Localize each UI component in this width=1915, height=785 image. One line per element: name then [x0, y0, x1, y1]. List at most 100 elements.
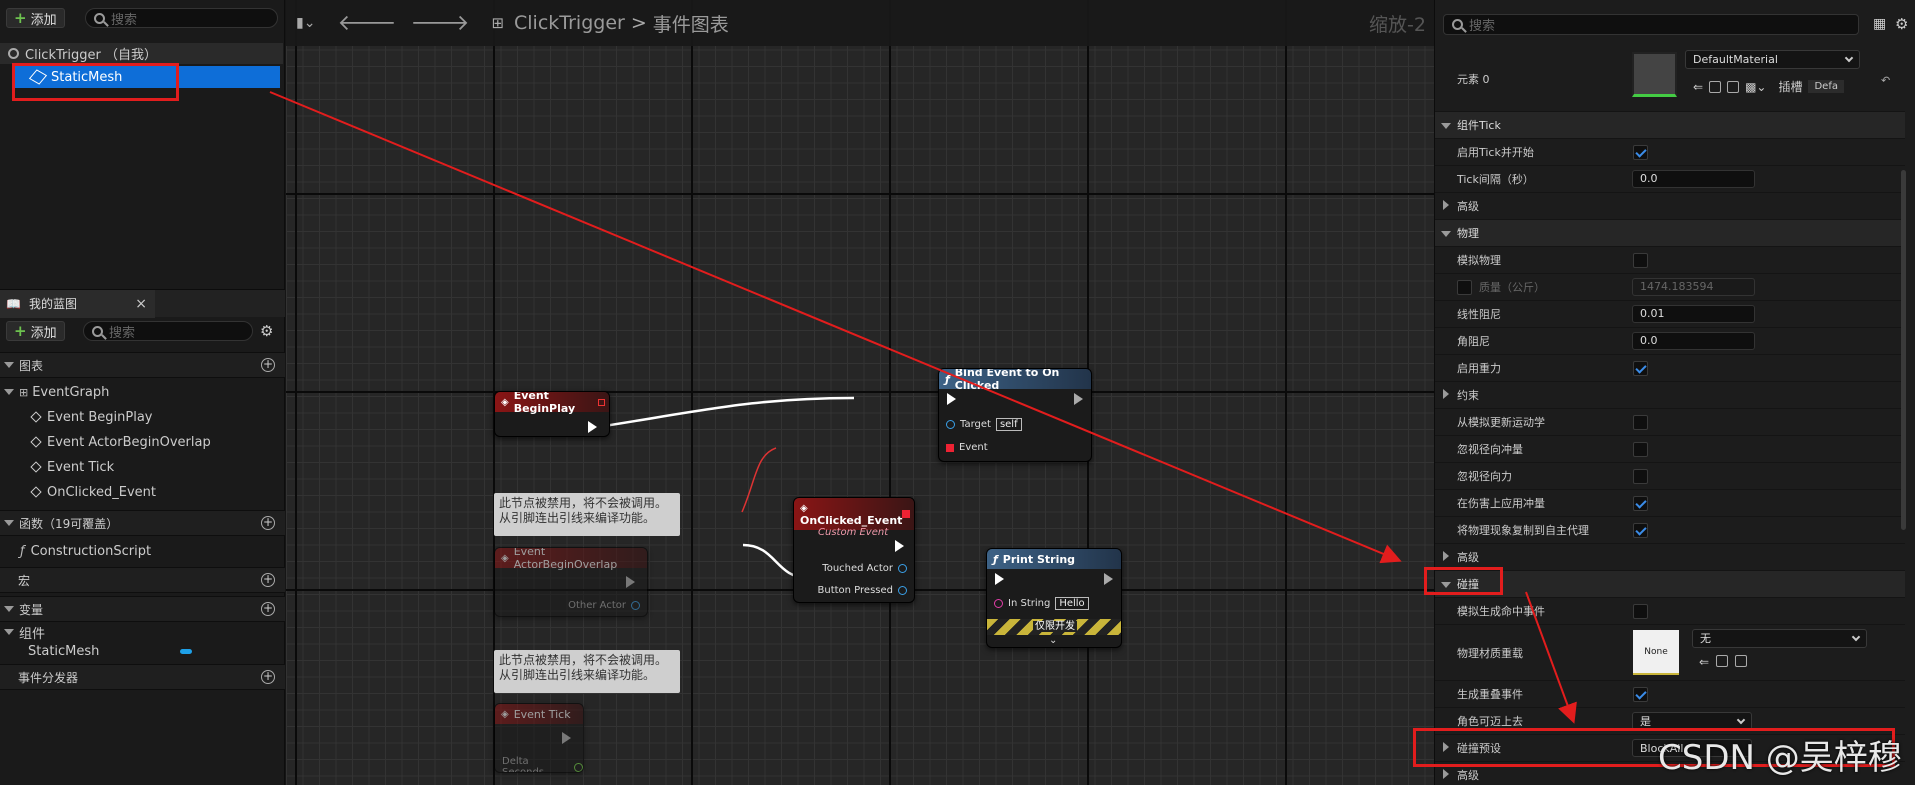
- angular-damping-field[interactable]: 0.0: [1632, 332, 1755, 350]
- tab-my-blueprint[interactable]: 📖 我的蓝图 ×: [0, 289, 155, 318]
- slot-value[interactable]: Defa: [1808, 80, 1844, 93]
- section-graphs[interactable]: 图表 +: [0, 352, 285, 378]
- component-search-input[interactable]: 搜索: [85, 8, 278, 28]
- row-constraints[interactable]: 约束: [1435, 382, 1905, 409]
- material-search-icon[interactable]: [1727, 80, 1740, 93]
- exec-out-pin[interactable]: [562, 732, 571, 744]
- event-graph-item[interactable]: ⊞ EventGraph: [4, 381, 109, 403]
- highlight-box: [12, 63, 179, 101]
- delta-seconds-pin[interactable]: [574, 762, 583, 772]
- phys-material-thumbnail[interactable]: None: [1633, 630, 1679, 675]
- tick-interval-field[interactable]: 0.0: [1632, 170, 1755, 188]
- cat-physics[interactable]: 物理: [1435, 220, 1905, 247]
- material-search-icon[interactable]: [1735, 655, 1748, 667]
- exec-in-pin[interactable]: [947, 393, 956, 405]
- exec-out-pin[interactable]: [588, 421, 597, 433]
- browse-folder-icon[interactable]: [1709, 80, 1722, 93]
- event-item-tick[interactable]: Event Tick: [28, 456, 114, 478]
- apply-impulse-checkbox[interactable]: [1633, 495, 1648, 511]
- section-dispatchers[interactable]: 事件分发器 +: [0, 664, 285, 690]
- cat-collision[interactable]: 碰撞: [1435, 571, 1905, 598]
- node-event-tick[interactable]: ◈ Event Tick Delta Seconds: [494, 703, 584, 773]
- node-onclicked-event[interactable]: ◈ OnClicked_Event Custom Event Touched A…: [793, 497, 915, 603]
- browse-folder-icon[interactable]: [1716, 655, 1729, 667]
- phys-material-dropdown[interactable]: 无: [1692, 629, 1867, 648]
- section-functions[interactable]: 函数（19可覆盖） +: [0, 510, 285, 536]
- ignore-radial-impulse-checkbox[interactable]: [1633, 441, 1648, 457]
- member-search-input[interactable]: 搜索: [83, 321, 253, 341]
- mass-field: 1474.183594: [1632, 278, 1755, 296]
- construction-script-item[interactable]: ƒ ConstructionScript: [20, 540, 151, 562]
- sim-hit-checkbox[interactable]: [1633, 603, 1648, 619]
- tick-enable-checkbox[interactable]: [1633, 144, 1648, 160]
- node-print-string[interactable]: ƒ Print String In String Hello 仅限开发 ⌄: [986, 548, 1122, 648]
- settings-icon[interactable]: ⚙: [1895, 15, 1908, 33]
- reset-icon[interactable]: ↶: [1881, 74, 1890, 87]
- gear-icon[interactable]: ⚙: [260, 322, 273, 340]
- variable-staticmesh[interactable]: StaticMesh: [28, 641, 278, 661]
- row-element0: 元素 0 DefaultMaterial ⇐ ▩⌄ 插槽 Defa ↶: [1435, 46, 1905, 112]
- ignore-radial-force-checkbox[interactable]: [1633, 468, 1648, 484]
- other-actor-pin[interactable]: [631, 601, 640, 610]
- node-event-actorbeginoverlap[interactable]: ◈ Event ActorBeginOverlap Other Actor: [494, 547, 648, 617]
- target-value[interactable]: self: [995, 418, 1022, 431]
- section-macros[interactable]: 宏 +: [0, 567, 285, 593]
- target-pin[interactable]: [946, 420, 955, 429]
- material-dropdown[interactable]: DefaultMaterial: [1685, 50, 1860, 69]
- expand-chevron-icon[interactable]: ⌄: [1049, 635, 1057, 646]
- graph-icon: ⊞: [19, 385, 29, 399]
- add-component-button[interactable]: + 添加: [6, 8, 65, 28]
- add-member-button[interactable]: + 添加: [6, 321, 65, 341]
- component-root[interactable]: ClickTrigger （自我）: [0, 43, 283, 64]
- in-string-value[interactable]: Hello: [1055, 597, 1089, 610]
- material-thumbnail[interactable]: [1632, 52, 1677, 97]
- add-dispatcher-icon[interactable]: +: [261, 670, 275, 684]
- actor-icon: [8, 48, 19, 59]
- function-icon: ƒ: [993, 552, 998, 566]
- details-search-input[interactable]: 搜索: [1443, 14, 1859, 35]
- row-advanced-2[interactable]: 高级: [1435, 544, 1905, 571]
- event-graph-canvas[interactable]: ▮⌄ 🡐 🡒 ⊞ ClickTrigger > 事件图表 缩放-2 此节点被禁用…: [286, 0, 1434, 785]
- cat-tick[interactable]: 组件Tick: [1435, 112, 1905, 139]
- row-apply-impulse: 在伤害上应用冲量: [1435, 490, 1905, 517]
- close-tab-icon[interactable]: ×: [135, 296, 147, 312]
- slot-label: 插槽: [1778, 80, 1803, 94]
- event-pin[interactable]: [946, 443, 954, 452]
- add-variable-icon[interactable]: +: [261, 602, 275, 616]
- event-item-overlap[interactable]: Event ActorBeginOverlap: [28, 431, 211, 453]
- add-macro-icon[interactable]: +: [261, 573, 275, 587]
- node-bind-event[interactable]: ƒ Bind Event to On Clicked Target self Ev…: [938, 368, 1092, 462]
- delegate-pin[interactable]: [598, 398, 605, 406]
- section-variables[interactable]: 变量 +: [0, 596, 285, 622]
- exec-out-pin[interactable]: [895, 540, 904, 552]
- checker-icon[interactable]: ▩⌄: [1745, 80, 1766, 94]
- update-kinematic-checkbox[interactable]: [1633, 414, 1648, 430]
- gen-overlap-checkbox[interactable]: [1633, 686, 1648, 702]
- add-graph-icon[interactable]: +: [261, 358, 275, 372]
- exec-out-pin[interactable]: [1074, 393, 1083, 405]
- replicate-physics-checkbox[interactable]: [1633, 522, 1648, 538]
- search-icon: [92, 325, 103, 337]
- mass-override-checkbox[interactable]: [1457, 279, 1472, 295]
- exec-out-pin[interactable]: [626, 576, 635, 588]
- linear-damping-field[interactable]: 0.01: [1632, 305, 1755, 323]
- function-icon: ƒ: [945, 372, 950, 386]
- event-item-onclicked[interactable]: OnClicked_Event: [28, 481, 156, 503]
- browse-arrow-icon[interactable]: ⇐: [1699, 655, 1709, 669]
- exec-in-pin[interactable]: [995, 573, 1004, 585]
- button-pressed-pin[interactable]: [898, 586, 907, 595]
- event-item-beginplay[interactable]: Event BeginPlay: [28, 406, 153, 428]
- simulate-physics-checkbox[interactable]: [1633, 252, 1648, 268]
- components-category[interactable]: 组件: [4, 622, 45, 642]
- exec-out-pin[interactable]: [1104, 573, 1113, 585]
- table-view-icon[interactable]: ▦: [1873, 16, 1886, 32]
- delegate-pin[interactable]: [902, 510, 910, 518]
- gravity-checkbox[interactable]: [1633, 360, 1648, 376]
- add-function-icon[interactable]: +: [261, 516, 275, 530]
- touched-actor-pin[interactable]: [898, 564, 907, 573]
- in-string-pin[interactable]: [994, 599, 1003, 608]
- details-scrollbar[interactable]: [1901, 170, 1906, 530]
- row-advanced-1[interactable]: 高级: [1435, 193, 1905, 220]
- browse-arrow-icon[interactable]: ⇐: [1693, 80, 1703, 94]
- node-event-beginplay[interactable]: ◈ Event BeginPlay: [494, 391, 610, 437]
